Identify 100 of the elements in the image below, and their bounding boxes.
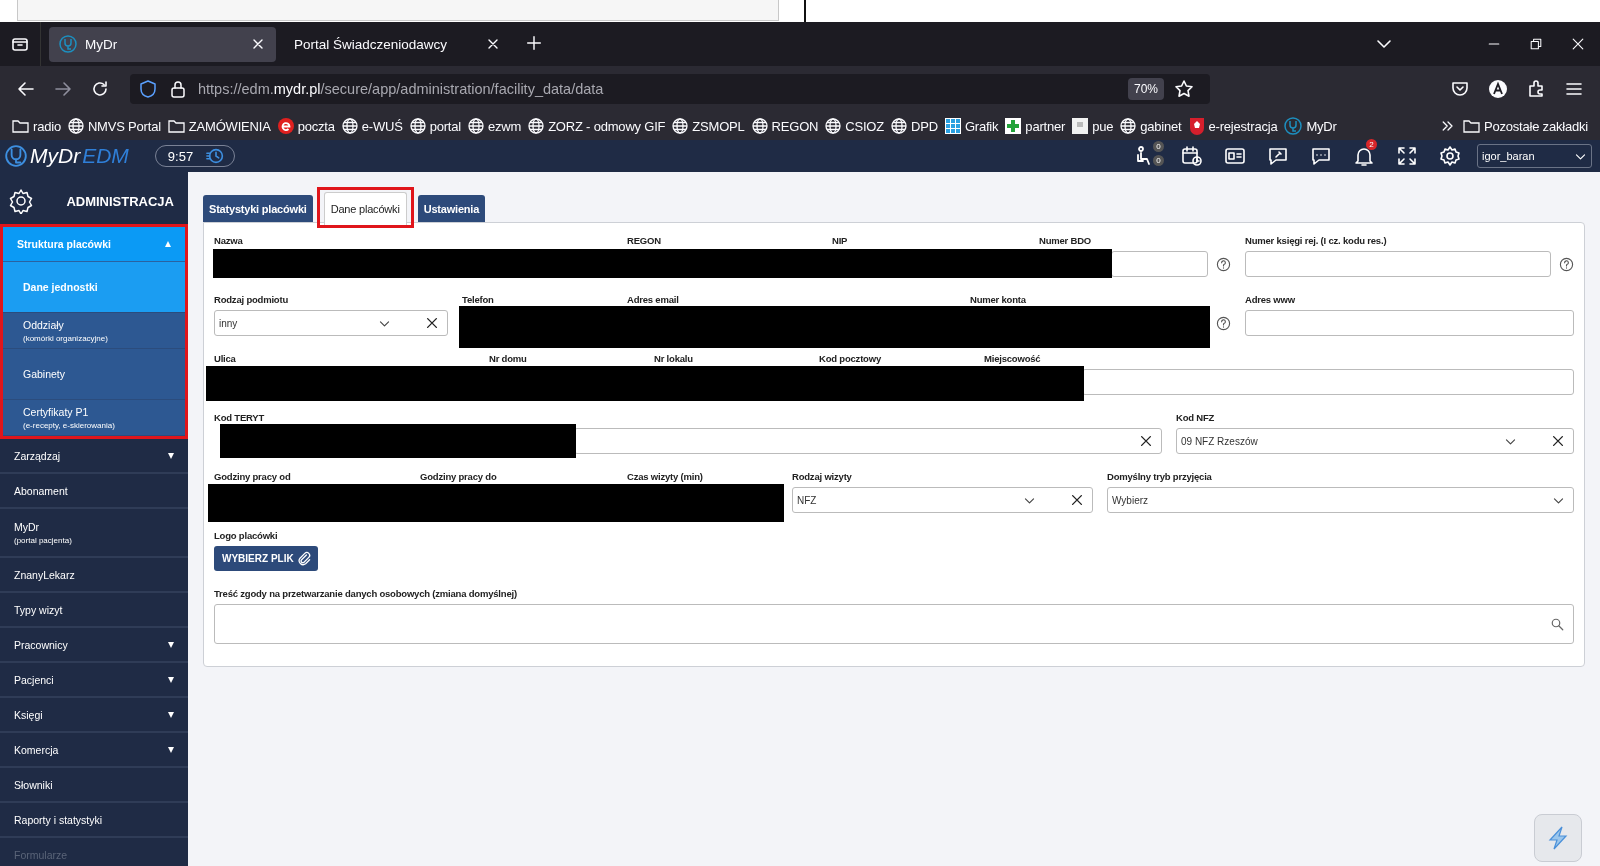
globe-icon [67,118,84,134]
submenu-item[interactable]: Oddziały (komórki organizacyjne) [3,313,185,349]
browser-tab[interactable]: MyDr [49,26,276,62]
star-icon[interactable] [1174,79,1194,99]
menu-item[interactable]: Pracownicy [0,628,188,663]
select-value: 09 NFZ Rzeszów [1181,435,1259,447]
field-label: Telefon [462,294,494,306]
zoom-level[interactable]: 70% [1127,78,1164,100]
calendar-clock-icon[interactable] [1180,145,1203,167]
help-icon[interactable] [1216,256,1231,272]
bookmark[interactable]: gabinet [1120,118,1182,134]
bookmark[interactable]: NMVS Portal [67,118,161,134]
select-field[interactable]: NFZ [792,487,1093,513]
text-field[interactable] [1111,251,1208,277]
bookmark[interactable]: e-WUŚ [341,118,403,134]
clear-icon[interactable] [1070,493,1084,507]
section-title: ADMINISTRACJA [66,193,174,209]
account-icon[interactable] [1488,79,1508,99]
bookmark[interactable]: ZSMOPL [672,118,745,134]
globe-icon [751,118,768,134]
window-edge [804,0,806,22]
menu-item[interactable]: Komercja [0,733,188,768]
menu-item[interactable]: Pacjenci [0,663,188,698]
text-field[interactable] [574,428,1162,454]
shield-icon [138,79,158,99]
back-icon[interactable] [16,79,36,99]
bookmark[interactable]: Pozostałe zakładki [1462,118,1588,134]
globe-icon [891,118,907,134]
clear-icon[interactable] [1551,434,1565,448]
stethoscope-icon [4,144,28,168]
bookmark[interactable]: MyDr [1284,117,1337,135]
quick-action-button[interactable] [1534,814,1582,862]
bookmark[interactable]: ZAMÓWIENIA [167,118,271,134]
field-label: Godziny pracy od [214,471,291,483]
menu-item[interactable]: Księgi [0,698,188,733]
extensions-icon[interactable] [1526,79,1546,99]
select-field[interactable]: Wybierz [1107,487,1574,513]
bookmark[interactable]: ZORZ - odmowy GIF [528,118,666,134]
menu-item[interactable]: ZnanyLekarz [0,558,188,593]
bell-icon[interactable] [1352,145,1375,167]
stethoscope-icon [1284,117,1303,135]
bookmark[interactable]: DPD [891,118,938,134]
support-chat-icon[interactable] [1266,145,1289,167]
text-field[interactable] [1245,310,1574,336]
field-label: Adres www [1245,294,1295,306]
choose-file-button[interactable]: WYBIERZ PLIK [214,546,318,571]
bookmark[interactable]: portal [409,118,461,134]
text-field[interactable] [1245,251,1551,277]
field-label: REGON [627,235,661,247]
pocket-icon[interactable] [1450,79,1470,99]
new-tab-icon[interactable] [525,33,543,52]
grid-icon [944,118,961,134]
field-label: Adres email [627,294,679,306]
bookmark[interactable]: radio [12,118,61,134]
bookmark[interactable]: Grafik [944,118,999,134]
bookmark[interactable]: partner [1005,118,1066,134]
globe-icon [467,118,484,134]
menu-item[interactable]: Słowniki [0,768,188,803]
help-icon[interactable] [1559,256,1574,272]
field-label: NIP [832,235,848,247]
bookmark[interactable]: ezwm [467,118,522,134]
globe-icon [409,118,426,134]
help-icon[interactable] [1216,315,1231,331]
bookmark[interactable]: pue [1072,118,1114,134]
bookmark[interactable]: e-rejestracja [1188,117,1278,135]
menu-item[interactable]: MyDr (portal pacjenta) [0,509,188,558]
submenu-item[interactable]: Gabinety [3,349,185,400]
search-icon [1550,616,1565,632]
forward-icon[interactable] [53,79,73,99]
fullscreen-icon[interactable] [1395,145,1418,167]
eagle-icon [1188,117,1205,135]
menu-item[interactable]: Abonament [0,474,188,509]
bookmark[interactable]: REGON [751,118,819,134]
clear-icon[interactable] [425,316,439,330]
reload-icon[interactable] [90,79,110,99]
submenu-item[interactable]: Certyfikaty P1 (e-recepty, e-skierowania) [3,400,185,436]
address-bar[interactable]: https://edm.mydr.pl/secure/app/administration/facility_data/data 70% [130,74,1210,104]
restore-icon[interactable] [1528,36,1544,52]
select-field[interactable]: inny [214,310,448,336]
browser-tab[interactable]: Portal Świadczeniodawcy [284,26,511,62]
clear-icon[interactable] [1139,434,1153,448]
lock-icon [168,79,188,99]
page-tab[interactable]: Statystyki placówki [203,195,313,222]
close-icon[interactable] [1570,36,1586,52]
bookmark[interactable]: poczta [277,118,335,134]
id-card-icon[interactable] [1223,145,1246,167]
bookmark[interactable]: CSIOZ [825,118,884,134]
clock-time: 9:57 [167,148,194,164]
menu-item[interactable]: Raporty i statystyki [0,803,188,838]
page-tab[interactable]: Dane placówki [323,192,407,225]
text-field[interactable] [1082,369,1574,395]
cross-icon [1005,118,1022,134]
chat-icon[interactable] [1309,145,1332,167]
field-label: Rodzaj podmiotu [214,294,289,306]
menu-item[interactable]: Zarządzaj [0,439,188,474]
settings-icon[interactable] [1438,145,1461,167]
user-select[interactable]: igor_baran [1477,144,1592,168]
select-field[interactable]: 09 NFZ Rzeszów [1176,428,1574,454]
menu-item[interactable]: Typy wizyt [0,593,188,628]
page-tab[interactable]: Ustawienia [417,195,486,222]
